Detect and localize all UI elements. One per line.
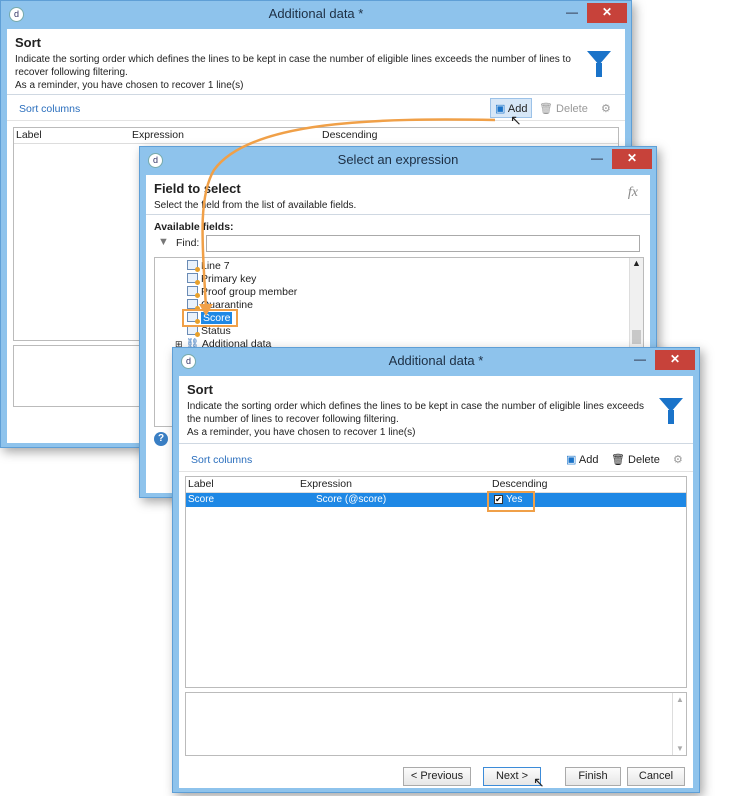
titlebar[interactable]: d Additional data * — ✕ [1,1,631,29]
section-heading: Sort [187,382,213,397]
previous-button[interactable]: < Previous [403,767,471,786]
col-expression: Expression [132,129,184,141]
funnel-icon [659,398,683,424]
fx-icon: fx [627,185,638,200]
titlebar[interactable]: d Additional data * — ✕ [173,348,699,376]
find-input[interactable] [206,235,640,252]
settings-gear-icon[interactable]: ⚙ [669,450,687,470]
grid-header: Label Expression Descending [186,477,686,493]
description-line: Indicate the sorting order which defines… [187,401,644,412]
tree-item-label: Line 7 [201,260,230,272]
add-label: Add [578,454,599,466]
header-section: Sort Indicate the sorting order which de… [179,376,693,444]
tree-item[interactable]: Primary key [187,273,256,286]
titlebar[interactable]: d Select an expression — ✕ [140,147,656,175]
sort-toolbar: Sort columns ▣ Add 🗑 Delete ⚙ [179,448,693,472]
delete-button[interactable]: 🗑 Delete [535,99,592,119]
field-icon [187,273,200,285]
scroll-up-icon[interactable]: ▲ [676,695,684,704]
minimize-button[interactable]: — [627,350,653,370]
filter-icon: ▼ [158,236,169,248]
window-title: Additional data * [268,6,364,21]
window-title: Additional data * [388,353,484,368]
sort-columns-link[interactable]: Sort columns [191,454,252,466]
trash-icon: 🗑 [539,103,553,115]
minimize-button[interactable]: — [584,149,610,169]
delete-label: Delete [556,103,588,115]
col-descending: Descending [492,478,548,490]
field-icon [187,260,200,272]
field-icon [187,286,200,298]
row-expression: Score (@score) [316,494,387,505]
add-button[interactable]: ▣ Add [562,450,602,470]
col-descending: Descending [322,129,378,141]
description-line: Indicate the sorting order which defines… [15,54,571,65]
finish-button[interactable]: Finish [565,767,621,786]
additional-data-window-front: d Additional data * — ✕ Sort Indicate th… [172,347,700,793]
trash-icon: 🗑 [611,454,625,466]
delete-label: Delete [628,454,660,466]
col-label: Label [16,129,42,141]
detail-area [13,345,143,407]
description-line: As a reminder, you have chosen to recove… [187,427,416,438]
window-body: Sort Indicate the sorting order which de… [179,376,693,790]
tree-item[interactable]: Proof group member [187,286,297,299]
tree-item-label: Primary key [201,273,257,285]
description-line: As a reminder, you have chosen to recove… [15,80,244,91]
description-line: the number of lines to recover following… [187,414,399,425]
find-label: Find: [176,237,200,249]
help-icon[interactable]: ? [154,432,168,446]
settings-gear-icon[interactable]: ⚙ [597,99,615,119]
description-line: recover following filtering. [15,67,128,78]
funnel-icon [587,51,611,77]
scroll-up-icon[interactable]: ▲ [632,258,641,268]
add-icon: ▣ [495,103,506,115]
close-button[interactable]: ✕ [587,3,627,23]
detail-scrollbar[interactable]: ▲ ▼ [672,693,686,755]
grid-header: Label Expression Descending [14,128,618,144]
available-fields-label: Available fields: [154,221,234,233]
description-line: Select the field from the list of availa… [154,200,357,211]
field-icon [187,299,200,311]
row-label: Score [188,494,215,505]
section-heading: Sort [15,35,41,50]
score-highlight [182,309,238,327]
descending-highlight [487,491,535,512]
sort-columns-link[interactable]: Sort columns [19,103,80,115]
close-button[interactable]: ✕ [612,149,652,169]
sort-toolbar: Sort columns ▣ Add 🗑 Delete ⚙ ↖ [7,97,625,128]
header-section: Sort Indicate the sorting order which de… [7,29,625,95]
mouse-cursor-icon: ↖ [533,774,545,790]
sort-grid: Label Expression Descending Score Score … [185,476,687,688]
minimize-button[interactable]: — [559,3,585,23]
delete-button[interactable]: 🗑 Delete [607,450,664,470]
tree-item-label: Proof group member [201,286,298,298]
section-heading: Field to select [154,181,241,196]
close-button[interactable]: ✕ [655,350,695,370]
tree-item[interactable]: Line 7 [187,260,230,273]
table-row[interactable]: Score Score (@score) ✔ Yes [186,493,686,507]
cancel-button[interactable]: Cancel [627,767,685,786]
header-section: Field to select Select the field from th… [146,175,650,215]
detail-area: ▲ ▼ [185,692,687,756]
col-label: Label [188,478,214,490]
scroll-down-icon[interactable]: ▼ [676,744,684,753]
scroll-thumb[interactable] [632,330,641,344]
add-icon: ▣ [566,454,577,466]
col-expression: Expression [300,478,352,490]
window-title: Select an expression [337,152,459,167]
